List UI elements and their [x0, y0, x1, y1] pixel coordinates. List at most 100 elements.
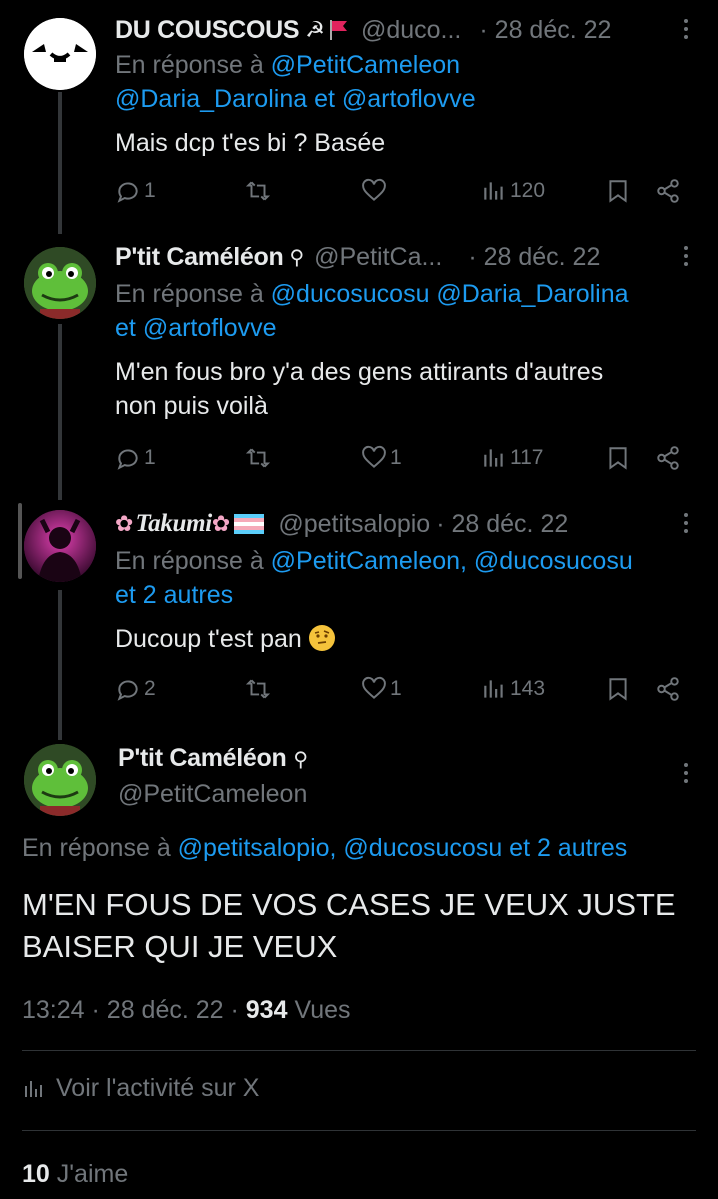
bookmark-button[interactable] — [605, 176, 631, 206]
raised-eyebrow-emoji-icon — [308, 625, 335, 651]
like-button[interactable]: 1 — [361, 674, 402, 704]
flower-symbol-icon: ⚲ — [289, 246, 305, 269]
views-icon — [484, 449, 503, 467]
like-button[interactable] — [361, 176, 387, 206]
more-options-button[interactable] — [682, 16, 690, 44]
avatar[interactable] — [24, 247, 96, 319]
views-button[interactable]: 120 — [481, 176, 545, 206]
share-button[interactable] — [655, 674, 681, 704]
view-activity-link[interactable]: Voir l'activité sur X — [22, 1074, 259, 1103]
bookmark-icon — [609, 678, 627, 701]
tweet-actions: 1 1 117 — [115, 443, 695, 473]
reply-context: En réponse à @PetitCameleon @Daria_Darol… — [115, 48, 695, 116]
author-handle[interactable]: @duco... — [361, 16, 461, 45]
heart-icon — [362, 178, 386, 201]
reply-button[interactable]: 2 — [115, 674, 156, 704]
author-handle[interactable]: @petitsalopio — [278, 510, 430, 539]
tweet-text-line: BAISER QUI JE VEUX — [22, 929, 338, 964]
reply-count: 2 — [144, 677, 156, 700]
author-handle[interactable]: @PetitCa... — [314, 243, 442, 272]
mention-link[interactable]: @PetitCameleon, @ducosucosu — [271, 547, 633, 575]
tweet-actions: 2 1 143 — [115, 674, 695, 704]
retweet-button[interactable] — [245, 443, 271, 473]
main-tweet-text: M'EN FOUS DE VOS CASES JE VEUX JUSTE BAI… — [22, 884, 702, 968]
mention-link[interactable]: @ducosucosu @Daria_Darolina — [271, 280, 629, 308]
share-button[interactable] — [655, 176, 681, 206]
author-name[interactable]: P'tit Caméléon — [118, 744, 287, 772]
author-name[interactable]: Takumi — [135, 510, 212, 538]
bookmark-button[interactable] — [605, 674, 631, 704]
cat-face-icon — [24, 18, 96, 90]
retweet-icon — [245, 679, 271, 699]
activity-label: Voir l'activité sur X — [56, 1074, 260, 1102]
retweet-button[interactable] — [245, 176, 271, 206]
avatar[interactable] — [24, 510, 96, 582]
tweet-date[interactable]: · 28 déc. 22 · — [92, 996, 239, 1024]
views-count: 117 — [510, 446, 544, 469]
avatar[interactable] — [24, 744, 96, 816]
main-tweet: P'tit Caméléon ⚲ @PetitCameleon En répon… — [0, 740, 718, 1199]
frog-avatar-icon — [24, 247, 96, 319]
mention-link[interactable]: @Daria_Darolina et @artoflovve — [115, 85, 476, 113]
red-flag-icon — [329, 20, 347, 40]
bookmark-button[interactable] — [605, 443, 631, 473]
views-label: Vues — [294, 996, 351, 1024]
retweet-button[interactable] — [245, 674, 271, 704]
frog-avatar-icon — [24, 744, 96, 816]
tweet-text-line: Ducoup t'est pan — [115, 625, 302, 653]
views-icon — [25, 1080, 42, 1097]
mention-link[interactable]: @artoflovve — [143, 314, 277, 342]
share-icon — [657, 446, 679, 470]
tweet[interactable]: P'tit Caméléon ⚲ @PetitCa... · 28 déc. 2… — [0, 239, 718, 479]
more-options-button[interactable] — [682, 510, 690, 538]
reply-context: En réponse à @PetitCameleon, @ducosucosu… — [115, 544, 695, 612]
hammer-sickle-icon: ☭ — [305, 17, 325, 42]
author-name[interactable]: DU COUSCOUS — [115, 16, 300, 45]
views-button[interactable]: 117 — [481, 443, 543, 473]
views-button[interactable]: 143 — [481, 674, 545, 704]
tweet-text-line: non puis voilà — [115, 392, 268, 420]
views-count: 120 — [510, 179, 546, 202]
trans-flag-icon — [234, 514, 265, 534]
like-button[interactable]: 1 — [361, 443, 402, 473]
more-options-button[interactable] — [682, 243, 690, 271]
mention-link[interactable]: et 2 autres — [115, 581, 233, 609]
tweet-metadata: 13:24 · 28 déc. 22 · 934 Vues — [22, 996, 351, 1025]
avatar[interactable] — [24, 18, 96, 90]
retweet-icon — [245, 448, 271, 468]
tweet[interactable]: DU COUSCOUS ☭ @duco... · 28 déc. 22 En r… — [0, 12, 718, 222]
like-count: 1 — [390, 446, 402, 469]
share-button[interactable] — [655, 443, 681, 473]
reply-count: 1 — [144, 446, 156, 469]
reply-prefix: En réponse à — [115, 547, 264, 575]
author-handle[interactable]: @PetitCameleon — [118, 780, 307, 809]
reply-prefix: En réponse à — [115, 51, 264, 79]
author-name[interactable]: P'tit Caméléon — [115, 243, 284, 272]
tweet-time[interactable]: 13:24 — [22, 996, 85, 1024]
cherry-blossom-icon: ✿ — [115, 511, 134, 536]
share-icon — [657, 179, 679, 203]
tweet-date[interactable]: · 28 déc. 22 — [468, 243, 600, 272]
reply-button[interactable]: 1 — [115, 443, 156, 473]
views-icon — [484, 680, 503, 698]
more-options-button[interactable] — [682, 760, 690, 788]
heart-icon — [362, 676, 386, 699]
mention-link[interactable]: @PetitCameleon — [271, 51, 460, 79]
tweet-text: Ducoup t'est pan — [115, 622, 695, 656]
divider — [22, 1130, 696, 1131]
tweet-text-line: M'en fous bro y'a des gens attirants d'a… — [115, 358, 604, 386]
likes-summary[interactable]: 10 J'aime — [22, 1160, 128, 1189]
reply-context: En réponse à @petitsalopio, @ducosucosu … — [22, 834, 627, 863]
divider — [22, 1050, 696, 1051]
retweet-icon — [245, 181, 271, 201]
likes-label: J'aime — [56, 1160, 129, 1188]
reply-prefix: En réponse à — [22, 834, 171, 862]
tweet-actions: 1 120 — [115, 176, 695, 206]
tweet[interactable]: ✿ Takumi ✿ @petitsalopio · 28 déc. 22 En… — [0, 506, 718, 716]
like-count: 1 — [390, 677, 402, 700]
tweet-date[interactable]: · 28 déc. 22 — [436, 510, 568, 539]
tweet-date[interactable]: · 28 déc. 22 — [479, 16, 611, 45]
mention-link[interactable]: @petitsalopio, @ducosucosu et 2 autres — [178, 834, 628, 862]
reply-button[interactable]: 1 — [115, 176, 156, 206]
reply-prefix: En réponse à — [115, 280, 264, 308]
